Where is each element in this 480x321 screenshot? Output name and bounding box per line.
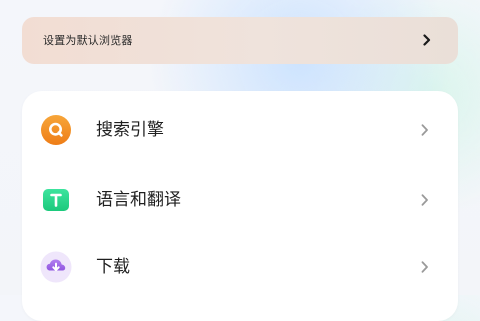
chevron-right-icon bbox=[422, 34, 432, 46]
chevron-right-icon bbox=[420, 124, 430, 136]
settings-item-language-translate[interactable]: 语言和翻译 bbox=[22, 178, 458, 222]
chevron-right-icon bbox=[420, 194, 430, 206]
download-icon bbox=[40, 251, 72, 283]
language-translate-icon bbox=[40, 184, 72, 216]
set-default-browser-banner[interactable]: 设置为默认浏览器 bbox=[22, 17, 458, 64]
settings-item-label: 搜索引擎 bbox=[96, 120, 164, 140]
settings-item-label: 语言和翻译 bbox=[96, 190, 181, 210]
chevron-right-icon bbox=[420, 261, 430, 273]
settings-item-label: 下载 bbox=[96, 257, 130, 277]
set-default-browser-label: 设置为默认浏览器 bbox=[43, 34, 133, 47]
settings-item-download[interactable]: 下载 bbox=[22, 245, 458, 289]
settings-card: 搜索引擎 语言和翻译 下载 bbox=[22, 91, 458, 321]
search-engine-icon bbox=[40, 114, 72, 146]
settings-item-search-engine[interactable]: 搜索引擎 bbox=[22, 108, 458, 152]
